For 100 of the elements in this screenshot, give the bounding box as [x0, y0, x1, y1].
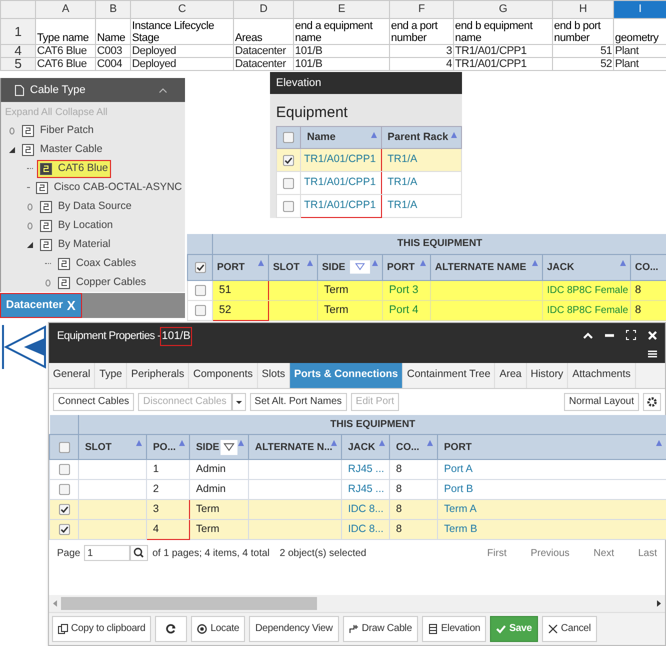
settings-icon[interactable] [643, 392, 661, 411]
column-header[interactable]: SIDE [190, 434, 248, 460]
collapsed-icon[interactable] [9, 126, 15, 134]
pager-link[interactable]: Previous [530, 546, 570, 561]
column-header[interactable]: Name [300, 126, 381, 148]
column-header[interactable]: SIDE [318, 254, 382, 280]
link[interactable]: IDC 8... [342, 520, 390, 540]
sort-icon[interactable] [331, 440, 337, 446]
filter-icon[interactable] [350, 260, 370, 274]
row-number[interactable]: 5 [0, 58, 36, 70]
link[interactable]: TR1/A [381, 194, 462, 218]
close-icon[interactable]: X [66, 296, 76, 316]
checkbox[interactable] [59, 484, 70, 496]
footer-button[interactable] [155, 616, 188, 642]
sort-icon[interactable] [656, 440, 662, 446]
corner-cell[interactable] [0, 0, 36, 18]
expanded-icon[interactable] [27, 242, 33, 248]
scroll-thumb[interactable] [61, 596, 317, 610]
scrollbar[interactable] [49, 595, 665, 612]
footer-button[interactable]: Draw Cable [342, 616, 418, 642]
collapsed-icon[interactable] [27, 202, 33, 210]
maximize-icon[interactable] [626, 330, 636, 340]
footer-button[interactable]: Dependency View [249, 616, 339, 642]
column-header[interactable]: H [552, 0, 614, 18]
tab[interactable]: Datacenter X [0, 293, 82, 318]
filter-icon[interactable] [220, 440, 238, 456]
tab[interactable]: Peripherals [127, 363, 190, 388]
collapsed-icon[interactable] [27, 222, 33, 230]
pager-link[interactable]: First [487, 546, 507, 561]
column-header[interactable]: I [614, 0, 666, 18]
tab[interactable]: Area [495, 363, 527, 388]
footer-button[interactable]: Copy to clipboard [52, 616, 152, 642]
row-number[interactable]: 1 [0, 18, 36, 44]
tree-item[interactable]: Master Cable [19, 140, 106, 158]
tab[interactable]: Ports & Connections [290, 363, 403, 388]
row-number[interactable]: 4 [0, 44, 36, 58]
sort-icon[interactable] [451, 132, 457, 138]
checkbox[interactable] [195, 284, 206, 296]
column-header[interactable]: E [294, 0, 390, 18]
search-icon[interactable] [130, 545, 148, 562]
link[interactable]: TR1/A01/CPP1 [300, 194, 381, 218]
checkbox[interactable] [283, 178, 294, 188]
column-header[interactable]: PORT [212, 254, 268, 280]
column-header[interactable]: A [36, 0, 96, 18]
scroll-right-icon[interactable] [657, 600, 661, 607]
layout-button[interactable]: Normal Layout [564, 392, 639, 411]
tree-item[interactable]: By Data Source [37, 198, 135, 216]
checkbox[interactable] [195, 262, 206, 272]
tab[interactable]: Containment Tree [402, 363, 496, 388]
page-field[interactable]: 1 [84, 545, 130, 562]
column-header[interactable]: F [390, 0, 454, 18]
minimize-icon[interactable] [605, 334, 614, 336]
link[interactable]: IDC 8P8C Female [542, 280, 630, 300]
column-header[interactable]: ALTERNATE NAME [430, 254, 542, 280]
toolbar-button[interactable]: Set Alt. Port Names [250, 392, 347, 411]
sort-icon[interactable] [370, 132, 376, 138]
checkbox[interactable] [195, 304, 206, 316]
footer-button[interactable]: Elevation [422, 616, 486, 642]
tree-item[interactable]: Cisco CAB-OCTAL-ASYNC [32, 178, 185, 196]
tab[interactable]: Attachments [568, 363, 636, 388]
link[interactable]: IDC 8P8C Female [542, 300, 630, 320]
sort-icon[interactable] [420, 260, 426, 266]
sort-icon[interactable] [427, 440, 433, 446]
checkbox[interactable] [59, 442, 70, 453]
tree-item[interactable]: By Material [37, 236, 114, 254]
checkbox[interactable] [283, 154, 294, 166]
pager-link[interactable]: Next [594, 546, 614, 561]
tree-item[interactable]: Fiber Patch [19, 122, 97, 140]
checkbox[interactable] [283, 132, 294, 143]
tree-item[interactable]: Coax Cables [55, 254, 140, 272]
sort-icon[interactable] [532, 260, 538, 266]
footer-button[interactable]: Cancel [542, 616, 597, 642]
expanded-icon[interactable] [9, 146, 15, 152]
column-header[interactable]: PORT [382, 254, 430, 280]
link[interactable]: Port 4 [382, 300, 430, 320]
footer-button[interactable]: Locate [191, 616, 246, 642]
link[interactable]: Port 3 [382, 280, 430, 300]
tab[interactable]: Components [189, 363, 258, 388]
sort-icon[interactable] [379, 440, 385, 446]
scroll-left-icon[interactable] [53, 600, 57, 607]
collapsed-icon[interactable] [45, 278, 51, 286]
tab[interactable]: History [526, 363, 568, 388]
pager-link[interactable]: Last [638, 546, 657, 561]
tree-item[interactable]: Copper Cables [55, 274, 150, 292]
checkbox[interactable] [59, 524, 70, 536]
tab[interactable]: General [49, 363, 96, 388]
column-header[interactable]: SLOT [268, 254, 318, 280]
column-header[interactable]: C [130, 0, 234, 18]
checkbox[interactable] [283, 200, 294, 212]
toolbar-button[interactable]: Connect Cables [53, 392, 134, 411]
checkbox[interactable] [59, 504, 70, 516]
column-header[interactable]: G [454, 0, 552, 18]
tree-item[interactable]: CAT6 Blue [37, 160, 111, 178]
sort-icon[interactable] [372, 260, 378, 266]
sort-icon[interactable] [258, 260, 264, 266]
sort-icon[interactable] [307, 260, 313, 266]
sort-icon[interactable] [620, 260, 626, 266]
column-header[interactable]: D [234, 0, 294, 18]
checkbox[interactable] [59, 464, 70, 476]
sort-icon[interactable] [179, 440, 185, 446]
